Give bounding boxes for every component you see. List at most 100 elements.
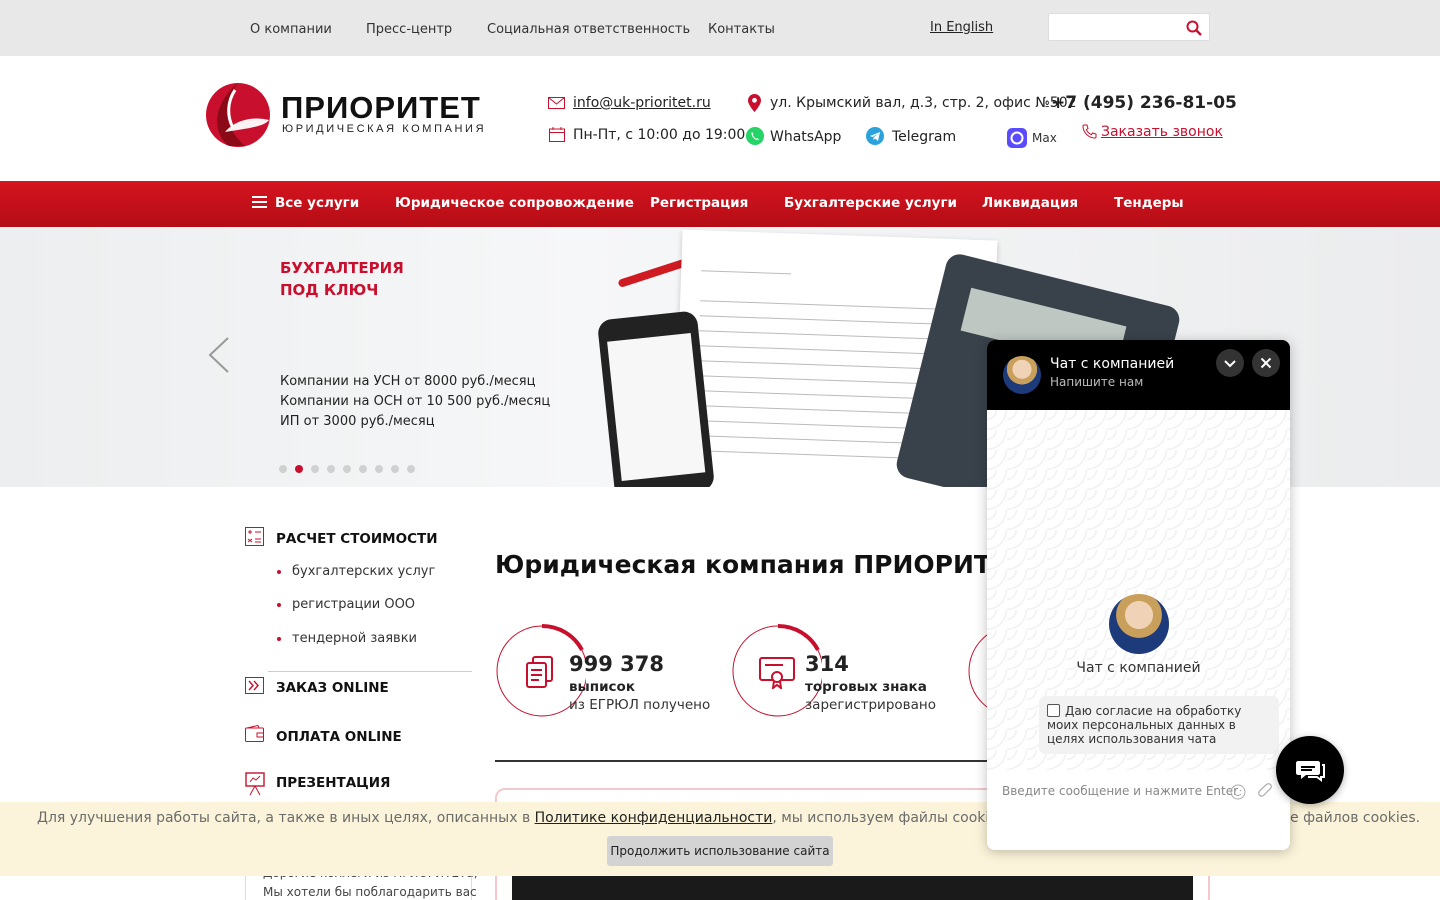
stat-sublabel: зарегистрировано	[805, 697, 936, 713]
attach-icon[interactable]	[1258, 783, 1274, 801]
slide-line: Компании на ОСН от 10 500 руб./месяц	[280, 394, 551, 409]
emoji-icon[interactable]	[1230, 784, 1246, 800]
topnav-link-about[interactable]: О компании	[250, 22, 332, 37]
close-icon	[1260, 357, 1272, 369]
calendar-icon	[549, 127, 565, 142]
phone-number[interactable]: +7 (495) 236-81-05	[1051, 93, 1237, 113]
chat-message-input[interactable]: Введите сообщение и нажмите Enter	[1002, 784, 1238, 798]
slider-dot[interactable]	[343, 465, 351, 473]
search-box	[1048, 13, 1210, 41]
telegram-link[interactable]: Telegram	[892, 129, 956, 145]
slider-dot[interactable]	[359, 465, 367, 473]
nav-registration[interactable]: Регистрация	[650, 195, 748, 211]
documents-icon	[526, 656, 553, 688]
smartphone-image	[596, 310, 716, 487]
slider-dot[interactable]	[391, 465, 399, 473]
email-icon	[548, 97, 565, 109]
logo-mark-icon	[206, 83, 270, 147]
main-nav: Все услуги Юридическое сопровождение Рег…	[0, 181, 1440, 227]
bullet	[277, 570, 281, 574]
content-divider	[495, 760, 995, 762]
sidebar-order-online[interactable]: ЗАКАЗ ONLINE	[276, 680, 389, 696]
nav-all-services[interactable]: Все услуги	[275, 195, 359, 211]
stat-label: торговых знака	[805, 679, 927, 695]
chat-minimize-button[interactable]	[1216, 349, 1244, 377]
nav-legal-support[interactable]: Юридическое сопровождение	[395, 195, 634, 211]
slider-dot[interactable]	[279, 465, 287, 473]
chat-toggle-button[interactable]	[1276, 736, 1344, 804]
whatsapp-link[interactable]: WhatsApp	[770, 129, 841, 145]
page-title: Юридическая компания ПРИОРИТЕТ	[495, 550, 1026, 579]
consent-checkbox[interactable]	[1047, 704, 1060, 717]
cookie-accept-button[interactable]: Продолжить использование сайта	[607, 836, 833, 866]
order-online-icon	[245, 677, 264, 694]
slider-dot[interactable]	[295, 465, 303, 473]
topnav-link-social[interactable]: Социальная ответственность	[487, 22, 690, 37]
max-messenger-icon[interactable]	[1007, 128, 1027, 148]
topnav-link-contacts[interactable]: Контакты	[708, 22, 775, 37]
menu-burger-icon[interactable]	[252, 196, 267, 208]
slider-dot[interactable]	[327, 465, 335, 473]
slide-line: ИП от 3000 руб./месяц	[280, 414, 435, 429]
chat-header: Чат с компанией Напишите нам	[987, 340, 1290, 410]
chat-input-area	[987, 770, 1290, 850]
stat-number: 314	[805, 652, 849, 676]
search-icon[interactable]	[1186, 20, 1202, 36]
search-input[interactable]	[1049, 14, 1179, 40]
slider-dots	[279, 465, 415, 473]
sidebar-calc-title[interactable]: РАСЧЕТ СТОИМОСТИ	[276, 531, 438, 547]
chat-title: Чат с компанией	[1050, 356, 1175, 372]
video-player[interactable]	[512, 876, 1193, 900]
whatsapp-icon[interactable]	[746, 127, 764, 145]
lang-english-link[interactable]: In English	[930, 20, 993, 35]
chat-close-button[interactable]	[1252, 349, 1280, 377]
topnav-link-press[interactable]: Пресс-центр	[366, 22, 452, 37]
consent-text: Даю согласие на обработку моих персональ…	[1047, 704, 1242, 746]
slide-line: Компании на УСН от 8000 руб./месяц	[280, 374, 536, 389]
sidebar-payment-online[interactable]: ОПЛАТА ONLINE	[276, 729, 402, 745]
telegram-icon[interactable]	[866, 127, 884, 145]
news-text: Мы хотели бы поблагодарить вас	[263, 885, 477, 899]
location-pin-icon	[748, 94, 761, 112]
slider-dot[interactable]	[375, 465, 383, 473]
callback-link[interactable]: Заказать звонок	[1101, 124, 1223, 140]
cookie-text-tail: е файлов cookies.	[1290, 810, 1421, 826]
sidebar-item-accounting[interactable]: бухгалтерских услуг	[292, 564, 435, 579]
chat-operator-name: Чат с компанией	[1076, 660, 1201, 676]
working-hours: Пн-Пт, с 10:00 до 19:00	[573, 127, 746, 143]
chevron-down-icon	[1224, 360, 1236, 368]
sidebar-item-tender[interactable]: тендерной заявки	[292, 631, 417, 646]
slide-title: БУХГАЛТЕРИЯ ПОД КЛЮЧ	[280, 259, 404, 299]
chat-subtitle: Напишите нам	[1050, 375, 1144, 389]
slider-dot[interactable]	[311, 465, 319, 473]
nav-tenders[interactable]: Тендеры	[1114, 195, 1184, 211]
logo-name: ПРИОРИТЕТ	[281, 90, 481, 125]
bullet	[277, 603, 281, 607]
presentation-icon	[245, 772, 265, 796]
stat-number: 999 378	[569, 652, 664, 676]
privacy-policy-link[interactable]: Политике конфиденциальности	[535, 810, 773, 826]
max-link[interactable]: Max	[1032, 131, 1057, 145]
sidebar-item-llc[interactable]: регистрации ООО	[292, 597, 415, 612]
stat-sublabel: из ЕГРЮЛ получено	[569, 697, 711, 713]
chat-bubble-icon	[1296, 761, 1325, 782]
chat-widget: Чат с компанией Напишите нам Чат с компа…	[987, 340, 1290, 850]
logo[interactable]: ПРИОРИТЕТ ЮРИДИЧЕСКАЯ КОМПАНИЯ	[205, 82, 505, 148]
bullet	[277, 637, 281, 641]
chat-avatar	[1003, 356, 1041, 394]
chat-operator-avatar	[1109, 594, 1169, 654]
phone-callback-icon	[1082, 124, 1097, 139]
email-link[interactable]: info@uk-prioritet.ru	[573, 95, 711, 111]
cookie-text: Для улучшения работы сайта, а также в ин…	[37, 810, 1101, 826]
logo-subtitle: ЮРИДИЧЕСКАЯ КОМПАНИЯ	[282, 123, 487, 135]
sidebar-divider	[268, 671, 472, 672]
slider-prev-arrow-icon[interactable]	[208, 337, 230, 373]
nav-liquidation[interactable]: Ликвидация	[982, 195, 1078, 211]
certificate-icon	[759, 657, 795, 689]
calculator-icon	[245, 527, 264, 546]
stat-label: выписок	[569, 679, 635, 695]
slider-dot[interactable]	[407, 465, 415, 473]
sidebar-presentation[interactable]: ПРЕЗЕНТАЦИЯ	[276, 775, 390, 791]
wallet-icon	[245, 725, 264, 742]
nav-accounting[interactable]: Бухгалтерские услуги	[784, 195, 957, 211]
